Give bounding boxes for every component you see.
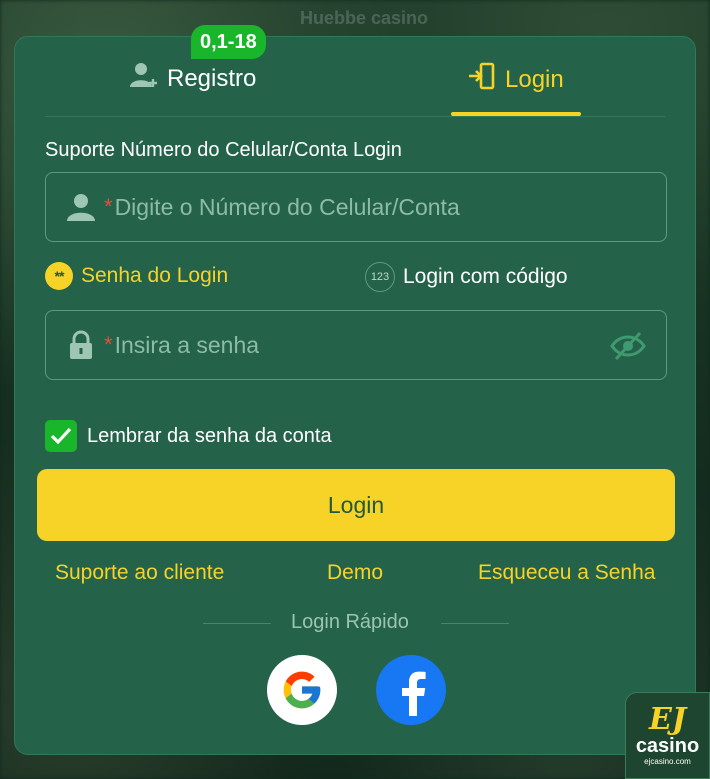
mode-password[interactable]: ** Senha do Login [45, 262, 228, 290]
required-mark: * [104, 194, 113, 219]
google-icon [283, 671, 321, 709]
required-mark: * [104, 332, 113, 357]
password-field[interactable]: * Insira a senha [45, 310, 667, 380]
remember-checkbox[interactable] [45, 420, 77, 452]
section-label: Suporte Número do Celular/Conta Login [45, 139, 402, 161]
auth-tabs: Registro 0,1-18 Login [45, 25, 665, 117]
account-field[interactable]: * Digite o Número do Celular/Conta [45, 172, 667, 242]
tab-active-underline [451, 112, 581, 116]
lock-icon [66, 330, 96, 360]
divider-left [203, 623, 271, 624]
google-login-button[interactable] [267, 655, 337, 725]
add-user-icon [129, 61, 159, 96]
password-mode-icon: ** [45, 262, 73, 290]
remember-label: Lembrar da senha da conta [87, 424, 332, 447]
footer-links: Suporte ao cliente Demo Esqueceu a Senha [15, 561, 695, 591]
divider-right [441, 623, 509, 624]
code-mode-icon: 123 [365, 262, 395, 292]
login-mode-row: ** Senha do Login 123 Login com código [45, 262, 665, 294]
mode-password-label: Senha do Login [81, 264, 229, 287]
password-placeholder: Insira a senha [114, 331, 260, 358]
logo-letters: EJ [648, 702, 687, 737]
login-door-icon [467, 61, 497, 98]
account-placeholder: Digite o Número do Celular/Conta [114, 193, 460, 220]
login-card: Registro 0,1-18 Login Suporte Número do … [14, 25, 696, 755]
quick-login-label: Login Rápido [291, 611, 409, 633]
brand-logo: EJ casino ejcasino.com [625, 692, 710, 779]
background-text: Huebbe casino [300, 8, 429, 28]
check-icon [50, 427, 72, 445]
demo-link[interactable]: Demo [327, 561, 383, 585]
logo-word: casino [635, 735, 700, 757]
tab-register[interactable]: Registro [129, 61, 256, 96]
facebook-login-button[interactable] [376, 655, 446, 725]
remember-row[interactable]: Lembrar da senha da conta [45, 420, 332, 452]
tab-register-label: Registro [167, 64, 257, 92]
forgot-password-link[interactable]: Esqueceu a Senha [478, 561, 655, 585]
support-link[interactable]: Suporte ao cliente [55, 561, 224, 585]
age-badge: 0,1-18 [191, 25, 266, 59]
logo-url: ejcasino.com [644, 757, 691, 766]
login-button[interactable]: Login [37, 469, 675, 541]
mode-code[interactable]: 123 Login com código [365, 262, 568, 292]
tab-login-label: Login [505, 65, 564, 93]
quick-login: Login Rápido [15, 611, 695, 641]
user-icon [66, 192, 96, 222]
tab-login[interactable]: Login [467, 61, 564, 98]
eye-closed-icon[interactable] [610, 331, 646, 366]
facebook-icon [402, 671, 426, 716]
mode-code-label: Login com código [403, 265, 568, 288]
